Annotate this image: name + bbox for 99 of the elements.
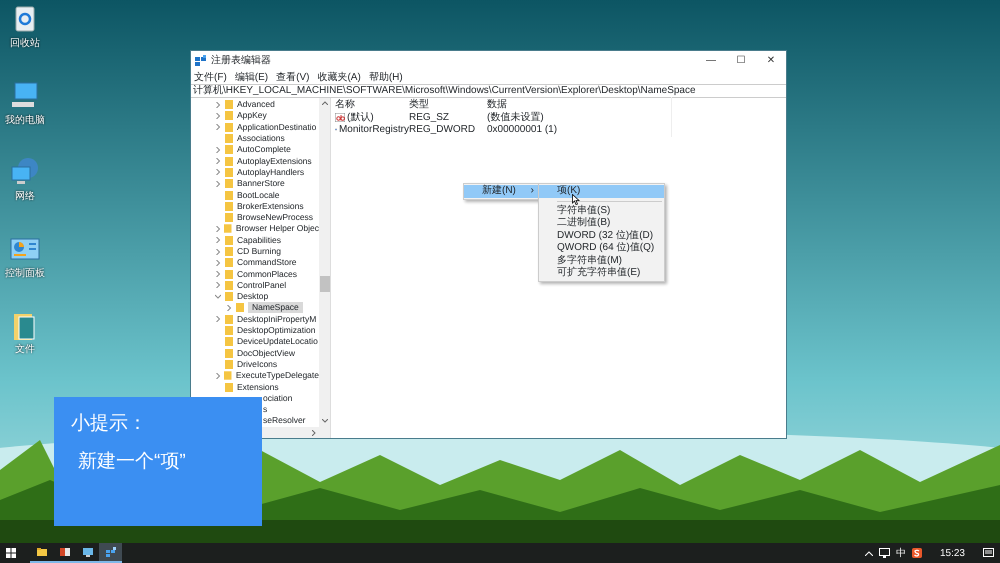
tree-item[interactable]: CommonPlaces bbox=[237, 268, 297, 280]
submenu-item[interactable]: 二进制值(B) bbox=[539, 217, 664, 230]
notifications-icon[interactable] bbox=[983, 548, 994, 558]
show-hidden-icons-icon[interactable] bbox=[864, 550, 873, 556]
expand-icon[interactable] bbox=[214, 226, 221, 232]
desktop-icon-label[interactable]: 网络 bbox=[15, 191, 35, 203]
tree-item[interactable]: DesktopOptimization bbox=[237, 325, 316, 336]
submenu-item[interactable]: DWORD (32 位)值(D) bbox=[539, 230, 664, 242]
close-button[interactable]: ✕ bbox=[756, 51, 786, 70]
menu-item[interactable]: 文件(F) bbox=[194, 70, 227, 84]
document-icon bbox=[58, 546, 70, 558]
registry-editor-icon bbox=[104, 546, 116, 558]
scroll-right-icon[interactable] bbox=[312, 430, 316, 436]
input-method-indicator[interactable]: 中 bbox=[896, 546, 906, 560]
maximize-button[interactable]: ☐ bbox=[726, 51, 756, 70]
submenu-item[interactable]: 项(K) bbox=[539, 185, 664, 198]
tree-item[interactable]: AutoComplete bbox=[237, 144, 291, 156]
tip-title: 小提示： bbox=[71, 412, 148, 436]
tree-item[interactable]: Advanced bbox=[237, 99, 275, 110]
menu-item[interactable]: 编辑(E) bbox=[234, 70, 268, 84]
tree-item[interactable]: Capabilities bbox=[237, 234, 281, 246]
scroll-up-icon[interactable] bbox=[322, 101, 328, 105]
expand-icon[interactable] bbox=[226, 304, 232, 311]
tip-text: 新建一个“项” bbox=[78, 450, 187, 474]
menu-item-label: 新建(N) bbox=[482, 185, 516, 198]
network-icon[interactable] bbox=[878, 548, 890, 558]
scrollbar-thumb[interactable] bbox=[320, 276, 330, 292]
tree-item[interactable]: Extensions bbox=[237, 382, 279, 393]
tree-item[interactable]: AutoplayHandlers bbox=[237, 166, 304, 178]
expand-icon[interactable] bbox=[215, 316, 221, 322]
menu-item[interactable]: 收藏夹(A) bbox=[317, 70, 361, 84]
expand-icon[interactable] bbox=[215, 112, 221, 119]
menu-item[interactable]: 帮助(H) bbox=[368, 70, 403, 84]
expand-icon[interactable] bbox=[215, 146, 221, 153]
window-title: 注册表编辑器 bbox=[211, 54, 271, 68]
tree-item[interactable]: Associations bbox=[237, 133, 285, 144]
tree-item[interactable]: NameSpace bbox=[248, 302, 303, 314]
value-name[interactable]: MonitorRegistry bbox=[338, 122, 409, 138]
tree-item[interactable]: s bbox=[263, 404, 268, 416]
collapse-icon[interactable] bbox=[215, 294, 221, 300]
submenu-item[interactable]: 多字符串值(M) bbox=[539, 254, 664, 267]
expand-icon[interactable] bbox=[215, 282, 221, 288]
tree-item[interactable]: DriveIcons bbox=[237, 358, 278, 370]
start-icon[interactable] bbox=[6, 548, 16, 558]
expand-icon[interactable] bbox=[215, 260, 221, 266]
expand-icon[interactable] bbox=[215, 248, 221, 254]
value-name[interactable]: (默认) bbox=[347, 110, 374, 125]
value-type: REG_DWORD bbox=[409, 123, 476, 138]
value-data: (数值未设置) bbox=[487, 110, 672, 125]
desktop-icon-label[interactable]: 回收站 bbox=[10, 38, 40, 50]
tree-item[interactable]: BrowseNewProcess bbox=[237, 212, 314, 224]
mouse-cursor-icon bbox=[572, 194, 580, 205]
column-header[interactable]: 类型 bbox=[409, 97, 487, 112]
tree-item[interactable]: seResolver bbox=[263, 415, 306, 426]
tree-item[interactable]: ApplicationDestinatio bbox=[237, 122, 316, 133]
submenu-item[interactable]: 可扩充字符串值(E) bbox=[539, 267, 664, 280]
column-header[interactable]: 数据 bbox=[487, 97, 672, 112]
tree-item[interactable]: AutoplayExtensions bbox=[237, 156, 312, 167]
expand-icon[interactable] bbox=[215, 124, 221, 130]
folder-icon bbox=[36, 546, 48, 558]
tree-item[interactable]: ControlPanel bbox=[237, 280, 286, 291]
tree-item[interactable]: BootLocale bbox=[237, 190, 280, 201]
tree-item[interactable]: Browser Helper Objec bbox=[236, 223, 319, 234]
tree-item[interactable]: DeviceUpdateLocatio bbox=[237, 336, 318, 348]
expand-icon[interactable] bbox=[214, 372, 221, 379]
tree-item[interactable]: BrokerExtensions bbox=[237, 200, 304, 212]
column-header[interactable]: 名称 bbox=[331, 97, 409, 112]
expand-icon[interactable] bbox=[215, 180, 221, 187]
expand-icon[interactable] bbox=[215, 102, 221, 108]
value-type: REG_SZ bbox=[409, 110, 450, 125]
value-data: 0x00000001 (1) bbox=[487, 122, 672, 138]
input-app-icon[interactable] bbox=[912, 548, 922, 558]
registry-editor-icon bbox=[195, 55, 207, 66]
address-bar[interactable]: 计算机\HKEY_LOCAL_MACHINE\SOFTWARE\Microsoft\Windows\CurrentVersion\Explorer\Desktop\NameSpace bbox=[191, 84, 786, 98]
scroll-down-icon[interactable] bbox=[322, 419, 328, 423]
tree-item[interactable]: AppKey bbox=[237, 110, 267, 122]
context-menu-item[interactable]: 新建(N) › bbox=[464, 185, 538, 198]
expand-icon[interactable] bbox=[215, 158, 221, 164]
desktop-icon-label[interactable]: 我的电脑 bbox=[5, 114, 45, 126]
clock[interactable]: 15:23 bbox=[940, 546, 965, 560]
tree-item[interactable]: CommandStore bbox=[237, 257, 297, 268]
minimize-button[interactable]: — bbox=[696, 51, 726, 70]
tree-item[interactable]: BannerStore bbox=[237, 178, 285, 190]
tree-item[interactable]: DocObjectView bbox=[237, 348, 295, 359]
expand-icon[interactable] bbox=[215, 271, 221, 278]
tree-item[interactable]: CD Burning bbox=[237, 246, 281, 257]
expand-icon[interactable] bbox=[215, 237, 221, 244]
tree-item[interactable]: DesktopIniPropertyM bbox=[237, 314, 316, 325]
monitor-icon bbox=[82, 546, 94, 558]
expand-icon[interactable] bbox=[215, 169, 221, 176]
vertical-scrollbar[interactable] bbox=[319, 98, 330, 427]
menu-item[interactable]: 查看(V) bbox=[276, 70, 310, 84]
tree-item[interactable]: ExecuteTypeDelegate bbox=[236, 370, 319, 382]
string-value-icon bbox=[335, 112, 345, 122]
tree-item[interactable]: Desktop bbox=[237, 291, 268, 302]
submenu-item[interactable]: 字符串值(S) bbox=[539, 204, 664, 217]
submenu-item[interactable]: QWORD (64 位)值(Q) bbox=[539, 242, 664, 254]
tree-item[interactable]: ociation bbox=[263, 392, 292, 404]
submenu-arrow-icon: › bbox=[530, 185, 538, 198]
